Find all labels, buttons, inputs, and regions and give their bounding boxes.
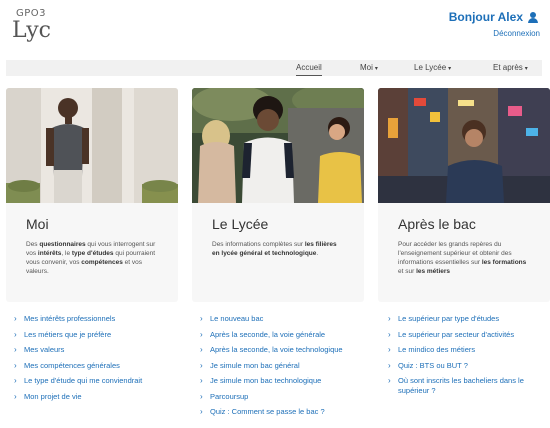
link-label: Mes compétences générales	[24, 360, 120, 370]
card-apres-bac[interactable]: Après le bac Pour accéder les grands rep…	[378, 88, 550, 302]
chevron-right-icon: ›	[388, 376, 391, 385]
site-logo[interactable]: GPO3 Lyc	[10, 8, 54, 44]
logout-link[interactable]: Déconnexion	[493, 29, 540, 38]
description-text: compétences	[81, 259, 123, 266]
description-text: .	[316, 250, 319, 257]
link-item[interactable]: › Mes compétences générales	[14, 361, 142, 371]
chevron-right-icon: ›	[200, 407, 203, 416]
description-text: Des informations complètes sur	[212, 241, 305, 248]
chevron-right-icon: ›	[14, 329, 17, 339]
link-item[interactable]: › Le mindico des métiers	[388, 345, 550, 355]
user-greeting[interactable]: Bonjour Alex	[449, 10, 538, 24]
link-label: Le supérieur par type d'études	[398, 314, 500, 323]
card-lycee[interactable]: Le Lycée Des informations complètes sur …	[192, 88, 364, 302]
chevron-right-icon: ›	[200, 360, 203, 370]
chevron-right-icon: ›	[14, 345, 17, 354]
chevron-right-icon: ›	[14, 314, 17, 323]
user-icon	[528, 11, 538, 23]
nav-label: Le Lycée	[414, 63, 447, 72]
link-label: Je simule mon bac général	[210, 360, 300, 370]
chevron-right-icon: ›	[14, 360, 17, 370]
link-item[interactable]: › Après la seconde, la voie générale	[200, 330, 343, 340]
nav-item-moi[interactable]: Moi ▾	[360, 60, 378, 76]
card-moi[interactable]: Moi Des questionnaires qui vous interrog…	[6, 88, 178, 302]
chevron-right-icon: ›	[200, 314, 203, 323]
chevron-right-icon: ›	[388, 329, 391, 339]
link-item[interactable]: › Je simule mon bac général	[200, 361, 343, 371]
card-apres-bac-title: Après le bac	[398, 216, 476, 232]
links-lycee: › Le nouveau bac › Après la seconde, la voi…	[200, 314, 343, 423]
link-item[interactable]: › Le supérieur par type d'études	[388, 314, 550, 324]
description-text: type d'études	[71, 250, 114, 257]
link-label: Le type d'étude qui me conviendrait	[24, 376, 143, 385]
link-label: Quiz : BTS ou BUT ?	[398, 360, 468, 370]
card-moi-description: Des questionnaires qui vous interrogent …	[26, 240, 160, 276]
description-text: les formations	[481, 259, 527, 266]
card-apres-bac-image	[378, 88, 550, 203]
card-lycee-image	[192, 88, 364, 203]
nav-item-lycee[interactable]: Le Lycée ▾	[414, 60, 451, 76]
main-nav: Accueil Moi ▾ Le Lycée ▾ Et après ▾	[6, 60, 542, 76]
chevron-right-icon: ›	[200, 329, 203, 339]
link-item[interactable]: › Mon projet de vie	[14, 392, 142, 402]
chevron-down-icon: ▾	[448, 66, 452, 72]
chevron-right-icon: ›	[14, 376, 17, 385]
link-item[interactable]: › Le type d'étude qui me conviendrait	[14, 376, 142, 386]
link-item[interactable]: › Le supérieur par secteur d'activités	[388, 330, 550, 340]
chevron-right-icon: ›	[388, 360, 391, 370]
link-item[interactable]: › Après la seconde, la voie technologique	[200, 345, 343, 355]
chevron-right-icon: ›	[200, 345, 203, 354]
link-label: Le mindico des métiers	[398, 345, 476, 354]
link-label: Parcoursup	[210, 391, 249, 401]
link-label: Le supérieur par secteur d'activités	[398, 329, 515, 339]
nav-label: Moi	[360, 63, 373, 72]
link-item[interactable]: › Quiz : BTS ou BUT ?	[388, 361, 550, 371]
description-text: , le	[61, 250, 72, 257]
link-label: Quiz : Comment se passe le bac ?	[210, 407, 325, 416]
description-text: et sur	[398, 268, 417, 275]
nav-item-accueil[interactable]: Accueil	[296, 60, 322, 76]
link-label: Les métiers que je préfère	[24, 329, 112, 339]
links-apres-bac: › Le supérieur par type d'études › Le supér…	[388, 314, 550, 402]
chevron-down-icon: ▾	[374, 66, 378, 72]
link-label: Mes intérêts professionnels	[24, 314, 116, 323]
description-text: les métiers	[416, 268, 451, 275]
chevron-right-icon: ›	[200, 391, 203, 401]
link-item[interactable]: › Je simule mon bac technologique	[200, 376, 343, 386]
link-item[interactable]: › Le nouveau bac	[200, 314, 343, 324]
description-text: intérêts	[37, 250, 62, 257]
links-moi: › Mes intérêts professionnels › Les métiers…	[14, 314, 142, 407]
nav-item-et-apres[interactable]: Et après ▾	[493, 60, 528, 76]
card-moi-image	[6, 88, 178, 203]
link-item[interactable]: › Les métiers que je préfère	[14, 330, 142, 340]
link-item[interactable]: › Où sont inscrits les bacheliers dans le…	[388, 376, 550, 396]
link-item[interactable]: › Mes intérêts professionnels	[14, 314, 142, 324]
description-text: Des	[26, 241, 40, 248]
chevron-right-icon: ›	[200, 376, 203, 385]
chevron-right-icon: ›	[388, 314, 391, 323]
link-label: Où sont inscrits les bacheliers dans le …	[398, 376, 524, 395]
card-apres-bac-description: Pour accéder les grands repères du l'ens…	[398, 240, 532, 276]
link-label: Je simule mon bac technologique	[210, 376, 322, 385]
description-text: questionnaires	[39, 241, 86, 248]
chevron-right-icon: ›	[388, 345, 391, 354]
link-item[interactable]: › Parcoursup	[200, 392, 343, 402]
nav-label: Et après	[493, 63, 523, 72]
link-label: Le nouveau bac	[210, 314, 264, 323]
link-item[interactable]: › Quiz : Comment se passe le bac ?	[200, 407, 343, 417]
card-moi-title: Moi	[26, 216, 49, 232]
link-label: Mes valeurs	[24, 345, 65, 354]
nav-label: Accueil	[296, 63, 322, 72]
greeting-text: Bonjour Alex	[448, 10, 523, 24]
link-label: Mon projet de vie	[24, 391, 82, 401]
chevron-down-icon: ▾	[524, 66, 528, 72]
card-lycee-description: Des informations complètes sur les filiè…	[212, 240, 346, 258]
link-label: Après la seconde, la voie générale	[210, 329, 326, 339]
chevron-right-icon: ›	[14, 391, 17, 401]
link-item[interactable]: › Mes valeurs	[14, 345, 142, 355]
card-lycee-title: Le Lycée	[212, 216, 269, 232]
logo-big-text: Lyc	[12, 18, 51, 43]
link-label: Après la seconde, la voie technologique	[210, 345, 343, 354]
